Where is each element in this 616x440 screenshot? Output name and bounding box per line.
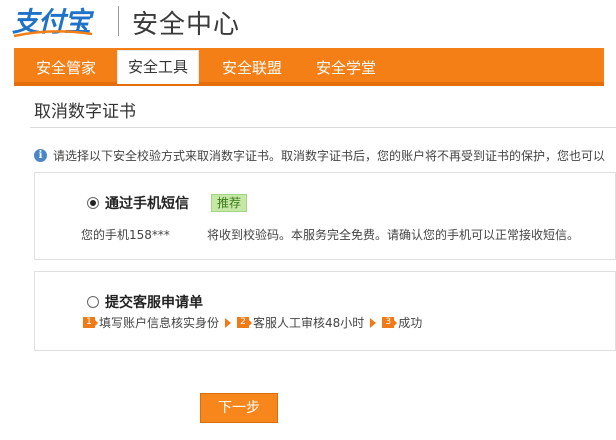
option-card-sms[interactable]: 通过手机短信 推荐 您的手机158*** 将收到校验码。本服务完全免费。请确认您… <box>34 172 616 260</box>
header-divider <box>118 6 119 36</box>
recommended-badge: 推荐 <box>211 194 248 212</box>
service-option-label[interactable]: 提交客服申请单 <box>105 292 203 312</box>
step-text-1: 填写账户信息核实身份 <box>99 316 220 330</box>
sms-desc-suffix: 将收到校验码。本服务完全免费。请确认您的手机可以正常接收短信。 <box>207 228 580 242</box>
page-title: 安全中心 <box>132 10 241 40</box>
step-arrow-icon <box>370 317 377 328</box>
info-icon: i <box>34 148 47 162</box>
page-header: 支付宝 安全中心 <box>0 0 616 44</box>
tab-security-tools[interactable]: 安全工具 <box>117 50 200 84</box>
step-text-2: 客服人工审核48小时 <box>253 316 365 330</box>
main-nav: 安全管家 安全工具 安全联盟 安全学堂 <box>14 48 604 86</box>
sms-desc-prefix: 您的手机158*** <box>81 228 170 242</box>
info-message: i 请选择以下安全校验方式来取消数字证书。取消数字证书后，您的账户将不再受到证书… <box>34 146 605 164</box>
next-button[interactable]: 下一步 <box>200 393 278 423</box>
tab-security-butler[interactable]: 安全管家 <box>26 54 106 82</box>
option-card-service[interactable]: 提交客服申请单 1 填写账户信息核实身份 2 客服人工审核48小时 3 成功 <box>34 271 616 351</box>
sms-radio[interactable] <box>87 197 99 209</box>
step-text-3: 成功 <box>398 316 423 330</box>
service-radio[interactable] <box>87 296 99 308</box>
step-number-2: 2 <box>237 317 253 328</box>
step-number-1: 1 <box>83 317 98 328</box>
step-number-3: 3 <box>382 317 398 328</box>
tab-security-school[interactable]: 安全学堂 <box>306 54 386 82</box>
tab-security-alliance[interactable]: 安全联盟 <box>212 54 292 82</box>
alipay-logo[interactable]: 支付宝 <box>12 4 93 38</box>
section-divider <box>30 127 616 128</box>
logo-swoosh-icon <box>13 30 93 38</box>
info-text: 请选择以下安全校验方式来取消数字证书。取消数字证书后，您的账户将不再受到证书的保… <box>53 148 606 163</box>
sms-option-label[interactable]: 通过手机短信 <box>105 193 189 213</box>
step-arrow-icon <box>225 317 232 328</box>
service-steps: 1 填写账户信息核实身份 2 客服人工审核48小时 3 成功 <box>83 314 428 331</box>
section-title: 取消数字证书 <box>34 102 136 122</box>
